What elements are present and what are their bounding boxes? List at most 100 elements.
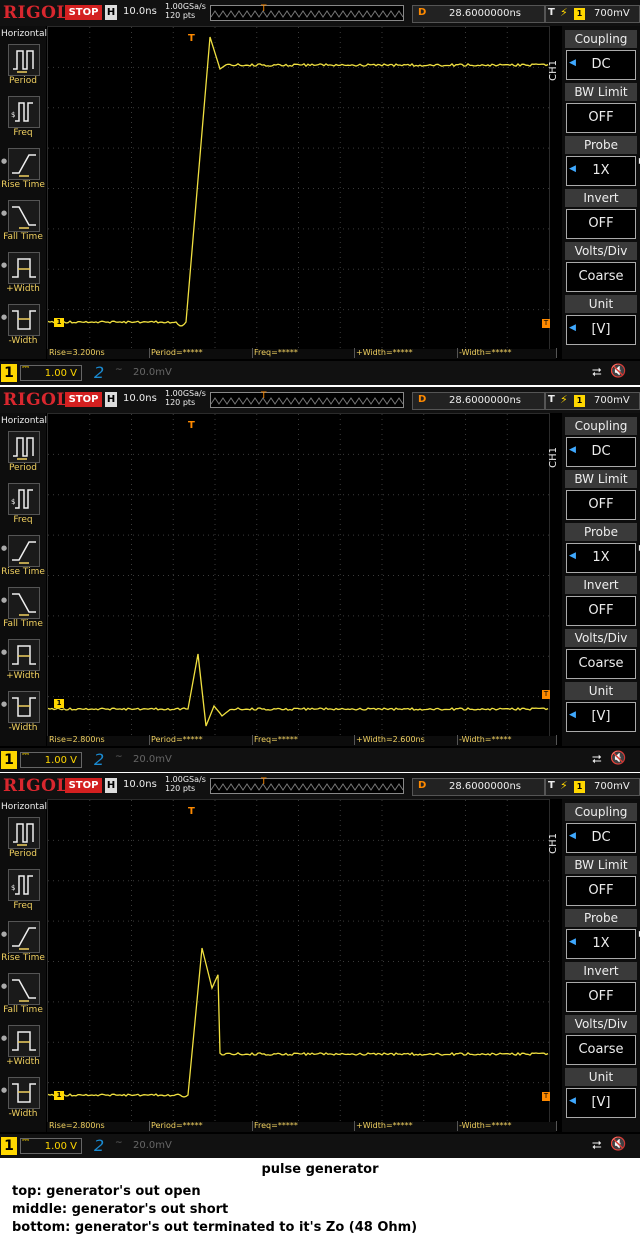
measure-item-period[interactable]: Period [0,431,46,483]
ch2-badge[interactable]: 2 [94,363,104,382]
run-stop-indicator[interactable]: STOP [65,778,102,793]
menu-item-value[interactable]: OFF [566,876,636,906]
menu-item-value[interactable]: OFF [566,103,636,133]
measure-item--width[interactable]: ● +Width [0,639,46,691]
channel-menu-coupling[interactable]: Coupling DC ◀ [565,803,637,853]
measure-item-freq[interactable]: $ Freq [0,869,46,921]
menu-item-value[interactable]: OFF [566,982,636,1012]
channel-menu-volts-div[interactable]: Volts/Div Coarse [565,629,637,679]
trigger-position-marker[interactable]: T [188,33,195,44]
ch1-ground-marker[interactable]: 1 [54,318,64,327]
measure-item--width[interactable]: ● -Width [0,1077,46,1129]
channel-menu-bw-limit[interactable]: BW Limit OFF [565,856,637,906]
trigger-position-marker[interactable]: T [188,420,195,431]
menu-item-value[interactable]: OFF [566,490,636,520]
memory-trigger-marker: T [261,391,267,401]
ch2-scale-value[interactable]: 20.0mV [133,754,172,765]
ch1-badge[interactable]: 1 [1,1137,17,1155]
channel-menu-unit[interactable]: Unit [V] ◀ [565,1068,637,1118]
measure-item--width[interactable]: ● -Width [0,304,46,356]
trigger-box[interactable]: T ⚡ 1 700mV [545,5,640,23]
trigger-box[interactable]: T ⚡ 1 700mV [545,392,640,410]
delay-box[interactable]: D 28.6000000ns [412,778,545,796]
menu-item-value[interactable]: [V] [566,1088,636,1118]
trigger-position-marker[interactable]: T [188,806,195,817]
delay-box[interactable]: D 28.6000000ns [412,392,545,410]
menu-item-value[interactable]: Coarse [566,1035,636,1065]
channel-menu-invert[interactable]: Invert OFF [565,189,637,239]
channel-menu-probe[interactable]: Probe1X◀▶ [565,136,640,186]
ch1-ground-marker[interactable]: 1 [54,699,64,708]
channel-menu-invert[interactable]: Invert OFF [565,962,637,1012]
ch1-badge[interactable]: 1 [1,751,17,769]
channel-menu-probe[interactable]: Probe1X◀▶ [565,523,640,573]
measure-item--width[interactable]: ● +Width [0,252,46,304]
run-stop-indicator[interactable]: STOP [65,392,102,407]
measure-item-fall-time[interactable]: ● Fall Time [0,587,46,639]
ch2-badge[interactable]: 2 [94,1136,104,1155]
channel-menu-volts-div[interactable]: Volts/Div Coarse [565,1015,637,1065]
menu-item-value[interactable]: Coarse [566,649,636,679]
channel-menu-unit[interactable]: Unit [V] ◀ [565,295,637,345]
memory-position-strip[interactable]: T [210,391,404,408]
run-stop-indicator[interactable]: STOP [65,5,102,20]
trigger-level-marker[interactable]: T [542,319,550,328]
menu-item-value[interactable]: Coarse [566,262,636,292]
channel-menu-coupling[interactable]: Coupling DC ◀ [565,30,637,80]
menu-item-value[interactable]: DC [566,437,636,467]
measure-item-rise-time[interactable]: ● Rise Time [0,921,46,973]
trigger-edge-icon: ⚡ [560,779,568,792]
channel-menu-bw-limit[interactable]: BW Limit OFF [565,83,637,133]
measure-item-fall-time[interactable]: ● Fall Time [0,973,46,1025]
channel-menu-unit[interactable]: Unit [V] ◀ [565,682,637,732]
menu-item-value[interactable]: DC [566,823,636,853]
menu-dot-indicator: ● [1,261,8,269]
waveform-display[interactable]: T 1 T [47,413,550,738]
speaker-muted-icon[interactable]: 🔇 [610,751,626,766]
ch1-scale-value[interactable]: 1.00 V [20,752,82,768]
menu-item-value[interactable]: 1X [566,156,636,186]
channel-menu-volts-div[interactable]: Volts/Div Coarse [565,242,637,292]
speaker-muted-icon[interactable]: 🔇 [610,1137,626,1152]
measure-item-period[interactable]: Period [0,817,46,869]
channel-menu-probe[interactable]: Probe1X◀▶ [565,909,640,959]
measure-item-freq[interactable]: $ Freq [0,483,46,535]
delay-box[interactable]: D 28.6000000ns [412,5,545,23]
measure-item-freq[interactable]: $ Freq [0,96,46,148]
ch1-badge[interactable]: 1 [1,364,17,382]
measure-item-rise-time[interactable]: ● Rise Time [0,148,46,200]
ch1-ground-marker[interactable]: 1 [54,1091,64,1100]
menu-item-value[interactable]: OFF [566,596,636,626]
channel-menu-coupling[interactable]: Coupling DC ◀ [565,417,637,467]
measurement-2: Freq=***** [252,348,355,358]
ch1-scale-value[interactable]: 1.00 V [20,365,82,381]
speaker-muted-icon[interactable]: 🔇 [610,364,626,379]
trigger-level-marker[interactable]: T [542,1092,550,1101]
channel-menu-invert[interactable]: Invert OFF [565,576,637,626]
menu-item-value[interactable]: DC [566,50,636,80]
menu-item-value[interactable]: [V] [566,315,636,345]
trigger-box[interactable]: T ⚡ 1 700mV [545,778,640,796]
menu-item-value[interactable]: OFF [566,209,636,239]
menu-item-value[interactable]: 1X [566,543,636,573]
ch2-scale-value[interactable]: 20.0mV [133,1140,172,1151]
trigger-level-marker[interactable]: T [542,690,550,699]
waveform-display[interactable]: T 1 T [47,799,550,1124]
channel-menu-bw-limit[interactable]: BW Limit OFF [565,470,637,520]
measure-item--width[interactable]: ● -Width [0,691,46,743]
measure-item-rise-time[interactable]: ● Rise Time [0,535,46,587]
measure-item-label: -Width [8,1109,38,1119]
memory-position-strip[interactable]: T [210,777,404,794]
measure-item--width[interactable]: ● +Width [0,1025,46,1077]
ch1-scale-value[interactable]: 1.00 V [20,1138,82,1154]
measure-item-fall-time[interactable]: ● Fall Time [0,200,46,252]
channel-label: CH1 [548,833,559,854]
menu-item-value[interactable]: [V] [566,702,636,732]
channel-status-bar: 1 1.00 V ⎓ 2 ~20.0mV ⮂ 🔇 [0,748,640,772]
menu-item-value[interactable]: 1X [566,929,636,959]
ch2-badge[interactable]: 2 [94,750,104,769]
measure-item-period[interactable]: Period [0,44,46,96]
ch2-scale-value[interactable]: 20.0mV [133,367,172,378]
waveform-display[interactable]: T 1 T [47,26,550,351]
memory-position-strip[interactable]: T [210,4,404,21]
